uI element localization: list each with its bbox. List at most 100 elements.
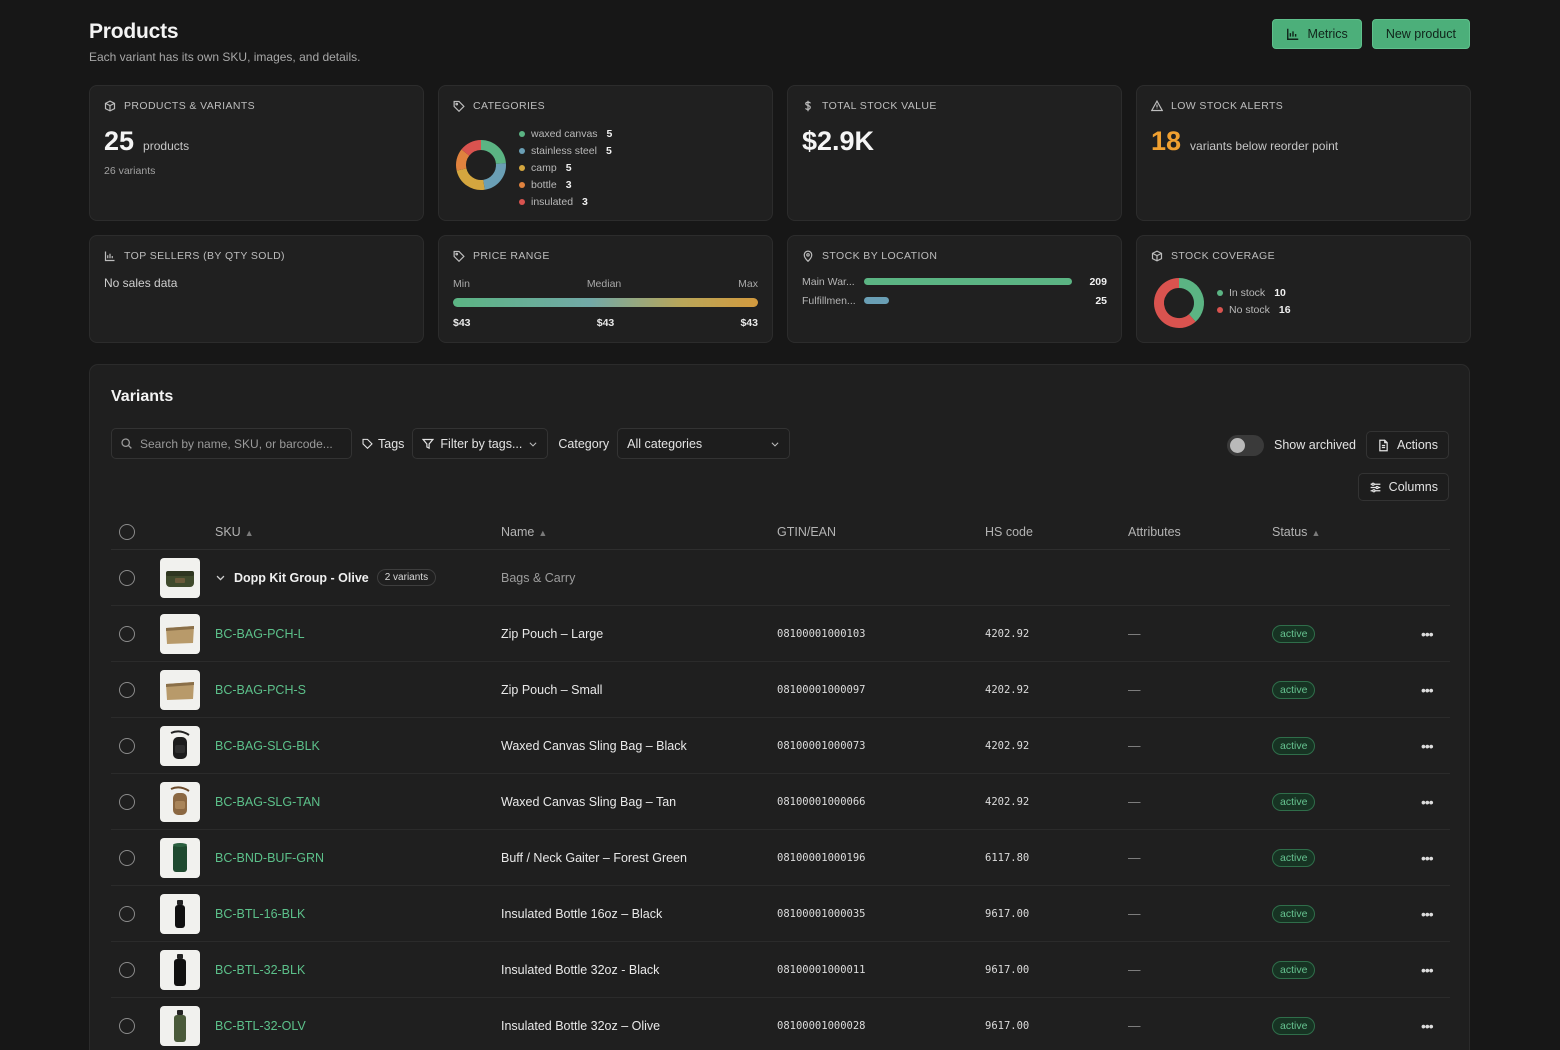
sku-link[interactable]: BC-BAG-PCH-S	[215, 683, 306, 697]
table-row[interactable]: BC-BTL-32-OLV Insulated Bottle 32oz – Ol…	[111, 998, 1450, 1050]
donut-slice	[482, 163, 506, 190]
row-checkbox[interactable]	[119, 681, 135, 698]
group-name-text: Dopp Kit Group - Olive	[234, 570, 369, 585]
categories-title-text: Categories	[473, 100, 546, 112]
sku-link[interactable]: BC-BAG-SLG-BLK	[215, 739, 320, 753]
group-name[interactable]: Dopp Kit Group - Olive 2 variants	[215, 569, 437, 586]
actions-button[interactable]: Actions	[1366, 431, 1449, 459]
sku-link[interactable]: BC-BND-BUF-GRN	[215, 851, 324, 865]
product-thumbnail	[160, 949, 200, 990]
search-placeholder: Search by name, SKU, or barcode...	[140, 436, 333, 451]
tag-icon	[453, 100, 465, 112]
top-sellers-title-text: Top Sellers (by qty sold)	[124, 250, 285, 262]
categories-donut-chart	[456, 140, 506, 190]
column-status[interactable]: Status ▲	[1272, 525, 1320, 539]
row-checkbox[interactable]	[119, 1017, 135, 1034]
variants-table: SKU ▲ Name ▲ GTIN/EAN HS code Attributes S…	[111, 515, 1450, 1050]
more-options-icon[interactable]: •••	[1421, 794, 1434, 810]
column-attributes[interactable]: Attributes	[1128, 525, 1181, 539]
status-badge: active	[1272, 848, 1316, 867]
column-name[interactable]: Name ▲	[501, 525, 547, 539]
more-options-icon[interactable]: •••	[1421, 738, 1434, 754]
sku-link[interactable]: BC-BTL-32-BLK	[215, 963, 305, 977]
variant-rows: BC-BAG-PCH-L Zip Pouch – Large 081000010…	[111, 606, 1450, 1050]
row-checkbox[interactable]	[119, 569, 135, 586]
legend-item: stainless steel 5	[519, 142, 612, 159]
donut-slice	[480, 140, 506, 165]
price-median-value: $43	[596, 317, 615, 329]
location-name: Fulfillmen...	[802, 294, 856, 307]
hs-code-value: 4202.92	[985, 795, 1030, 808]
stock-value-row: $2.9K	[802, 126, 1107, 157]
table-row[interactable]: BC-BAG-SLG-TAN Waxed Canvas Sling Bag – …	[111, 774, 1450, 830]
categories-legend: waxed canvas 5 stainless steel 5 camp 5 bottle…	[519, 125, 612, 211]
sort-icon: ▲	[1311, 528, 1321, 538]
product-thumbnail	[160, 557, 200, 598]
search-input[interactable]: Search by name, SKU, or barcode...	[111, 428, 352, 459]
more-options-icon[interactable]: •••	[1421, 682, 1434, 698]
row-checkbox[interactable]	[119, 625, 135, 642]
table-header: SKU ▲ Name ▲ GTIN/EAN HS code Attributes S…	[111, 515, 1450, 550]
variant-name: Waxed Canvas Sling Bag – Tan	[501, 794, 677, 809]
products-count: 25	[104, 126, 135, 156]
table-row[interactable]: BC-BAG-SLG-BLK Waxed Canvas Sling Bag – …	[111, 718, 1450, 774]
variant-count-badge: 2 variants	[376, 569, 437, 586]
select-all-checkbox[interactable]	[119, 524, 135, 540]
more-options-icon[interactable]: •••	[1421, 906, 1434, 922]
row-checkbox[interactable]	[119, 905, 135, 922]
sku-link[interactable]: BC-BAG-PCH-L	[215, 627, 305, 641]
products-count-label: products	[143, 139, 190, 153]
sliders-icon	[1370, 482, 1381, 492]
table-row[interactable]: BC-BTL-16-BLK Insulated Bottle 16oz – Bl…	[111, 886, 1450, 942]
legend-item: No stock 16	[1217, 301, 1291, 318]
column-sku[interactable]: SKU ▲	[215, 525, 254, 539]
stock-coverage-title-text: Stock Coverage	[1171, 250, 1276, 262]
bar-chart-icon	[104, 251, 115, 262]
coverage-donut	[1152, 276, 1206, 335]
gtin-value: 08100001000028	[777, 1019, 866, 1032]
stock-coverage-card-title: Stock Coverage	[1151, 250, 1456, 262]
row-checkbox[interactable]	[119, 793, 135, 810]
top-sellers-card-title: Top Sellers (by qty sold)	[104, 250, 409, 262]
tags-filter-dropdown[interactable]: Filter by tags...	[412, 428, 549, 459]
categories-donut	[454, 138, 508, 197]
sku-link[interactable]: BC-BTL-32-OLV	[215, 1019, 306, 1033]
row-checkbox[interactable]	[119, 849, 135, 866]
metrics-button[interactable]: Metrics	[1271, 19, 1362, 49]
product-thumbnail	[160, 893, 200, 934]
table-row[interactable]: BC-BND-BUF-GRN Buff / Neck Gaiter – Fore…	[111, 830, 1450, 886]
column-hs-code[interactable]: HS code	[985, 525, 1033, 539]
table-row[interactable]: BC-BAG-PCH-S Zip Pouch – Small 081000010…	[111, 662, 1450, 718]
stock-location-title-text: Stock by Location	[822, 250, 938, 262]
tags-filter-value: Filter by tags...	[440, 436, 523, 451]
status-badge: active	[1272, 680, 1316, 699]
group-category: Bags & Carry	[501, 570, 576, 585]
group-row[interactable]: Dopp Kit Group - Olive 2 variants Bags &…	[111, 550, 1450, 606]
chevron-down-icon[interactable]	[215, 572, 226, 583]
column-name-label: Name	[501, 525, 535, 539]
product-thumbnail	[160, 837, 200, 878]
sku-link[interactable]: BC-BTL-16-BLK	[215, 907, 305, 921]
column-gtin[interactable]: GTIN/EAN	[777, 525, 836, 539]
category-select-value: All categories	[627, 436, 703, 451]
new-product-button[interactable]: New product	[1371, 19, 1470, 49]
show-archived-toggle[interactable]	[1227, 434, 1264, 456]
table-row[interactable]: BC-BAG-PCH-L Zip Pouch – Large 081000010…	[111, 606, 1450, 662]
more-options-icon[interactable]: •••	[1421, 962, 1434, 978]
total-stock-value-card: Total Stock Value $2.9K	[787, 85, 1122, 221]
columns-button[interactable]: Columns	[1357, 473, 1449, 501]
sku-link[interactable]: BC-BAG-SLG-TAN	[215, 795, 320, 809]
donut-slice	[456, 149, 470, 171]
price-range-bar	[453, 298, 758, 307]
variant-name: Insulated Bottle 32oz - Black	[501, 962, 660, 977]
more-options-icon[interactable]: •••	[1421, 626, 1434, 642]
more-options-icon[interactable]: •••	[1421, 1018, 1434, 1034]
more-options-icon[interactable]: •••	[1421, 850, 1434, 866]
category-select[interactable]: All categories	[617, 428, 791, 459]
row-checkbox[interactable]	[119, 737, 135, 754]
table-row[interactable]: BC-BTL-32-BLK Insulated Bottle 32oz - Bl…	[111, 942, 1450, 998]
low-stock-alerts-card: Low Stock Alerts 18 variants below reord…	[1136, 85, 1471, 221]
product-thumbnail	[160, 781, 200, 822]
coverage-donut-chart	[1154, 278, 1204, 328]
row-checkbox[interactable]	[119, 961, 135, 978]
